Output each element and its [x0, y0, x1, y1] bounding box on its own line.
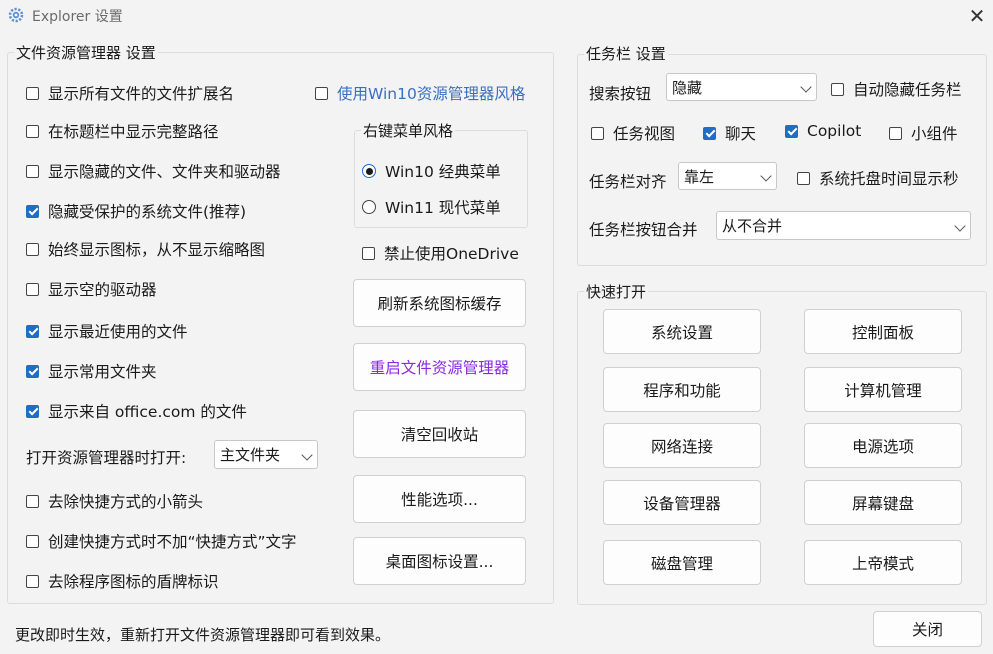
remove-shield-checkbox[interactable]: 去除程序图标的盾牌标识 [26, 570, 219, 592]
open-explorer-select[interactable]: 主文件夹 [214, 440, 318, 469]
always-show-icons-checkbox[interactable]: 始终显示图标，从不显示缩略图 [26, 238, 265, 260]
quick-god-mode-button[interactable]: 上帝模式 [804, 540, 962, 585]
widgets-checkbox[interactable]: 小组件 [889, 122, 958, 144]
empty-recycle-bin-button[interactable]: 清空回收站 [353, 410, 526, 458]
show-recent-files-checkbox[interactable]: 显示最近使用的文件 [26, 320, 188, 342]
task-view-checkbox[interactable]: 任务视图 [591, 122, 675, 144]
desktop-icon-settings-button[interactable]: 桌面图标设置... [353, 537, 526, 585]
no-shortcut-text-checkbox[interactable]: 创建快捷方式时不加“快捷方式”文字 [26, 530, 297, 552]
title-bar: Explorer 设置 ✕ [0, 0, 993, 32]
status-text: 更改即时生效，重新打开文件资源管理器即可看到效果。 [15, 626, 391, 644]
gear-icon [8, 7, 24, 23]
window-title: Explorer 设置 [32, 9, 123, 25]
quick-onscreen-keyboard-button[interactable]: 屏幕键盘 [804, 480, 962, 525]
show-hidden-files-checkbox[interactable]: 显示隐藏的文件、文件夹和驱动器 [26, 160, 281, 182]
explorer-settings-title: 文件资源管理器 设置 [14, 42, 158, 63]
chevron-down-icon [954, 219, 966, 232]
quick-network-connections-button[interactable]: 网络连接 [603, 423, 761, 468]
quick-power-options-button[interactable]: 电源选项 [804, 423, 962, 468]
quick-computer-management-button[interactable]: 计算机管理 [804, 367, 962, 412]
taskbar-combine-label: 任务栏按钮合并 [589, 221, 698, 239]
win10-menu-radio[interactable]: Win10 经典菜单 [362, 160, 501, 182]
taskbar-settings-title: 任务栏 设置 [584, 43, 668, 64]
performance-options-button[interactable]: 性能选项... [353, 475, 526, 523]
taskbar-combine-select[interactable]: 从不合并 [716, 211, 971, 240]
show-frequent-folders-checkbox[interactable]: 显示常用文件夹 [26, 360, 157, 382]
quick-open-title: 快速打开 [584, 281, 649, 302]
quick-system-settings-button[interactable]: 系统设置 [603, 309, 761, 354]
show-empty-drives-checkbox[interactable]: 显示空的驱动器 [26, 278, 157, 300]
open-explorer-label: 打开资源管理器时打开: [26, 449, 187, 467]
checkbox-box[interactable] [26, 86, 39, 100]
copilot-checkbox[interactable]: Copilot [785, 122, 861, 140]
refresh-icon-cache-button[interactable]: 刷新系统图标缓存 [353, 279, 526, 327]
disable-onedrive-checkbox[interactable]: 禁止使用OneDrive [362, 242, 519, 264]
tray-seconds-checkbox[interactable]: 系统托盘时间显示秒 [797, 167, 959, 189]
auto-hide-taskbar-checkbox[interactable]: 自动隐藏任务栏 [831, 78, 962, 100]
remove-shortcut-arrow-checkbox[interactable]: 去除快捷方式的小箭头 [26, 490, 203, 512]
taskbar-align-label: 任务栏对齐 [589, 173, 667, 191]
win10-explorer-style-checkbox[interactable]: 使用Win10资源管理器风格 [315, 82, 525, 104]
taskbar-align-select[interactable]: 靠左 [678, 162, 777, 190]
close-icon[interactable]: ✕ [962, 2, 992, 30]
quick-control-panel-button[interactable]: 控制面板 [804, 309, 962, 354]
quick-disk-management-button[interactable]: 磁盘管理 [603, 540, 761, 585]
show-office-files-checkbox[interactable]: 显示来自 office.com 的文件 [26, 400, 247, 422]
restart-explorer-button[interactable]: 重启文件资源管理器 [353, 343, 526, 391]
hide-protected-files-checkbox[interactable]: 隐藏受保护的系统文件(推荐) [26, 200, 246, 222]
show-full-path-checkbox[interactable]: 在标题栏中显示完整路径 [26, 120, 219, 142]
win11-menu-radio[interactable]: Win11 现代菜单 [362, 196, 501, 218]
quick-device-manager-button[interactable]: 设备管理器 [603, 480, 761, 525]
chevron-down-icon [301, 448, 313, 461]
show-extensions-checkbox[interactable]: 显示所有文件的文件扩展名 [26, 82, 234, 104]
chevron-down-icon [800, 81, 812, 93]
context-menu-style-title: 右键菜单风格 [361, 120, 456, 141]
quick-programs-features-button[interactable]: 程序和功能 [603, 367, 761, 412]
chat-checkbox[interactable]: 聊天 [703, 122, 756, 144]
close-button[interactable]: 关闭 [873, 611, 982, 647]
search-button-label: 搜索按钮 [589, 85, 652, 103]
search-button-select[interactable]: 隐藏 [666, 73, 817, 101]
chevron-down-icon [760, 170, 772, 182]
